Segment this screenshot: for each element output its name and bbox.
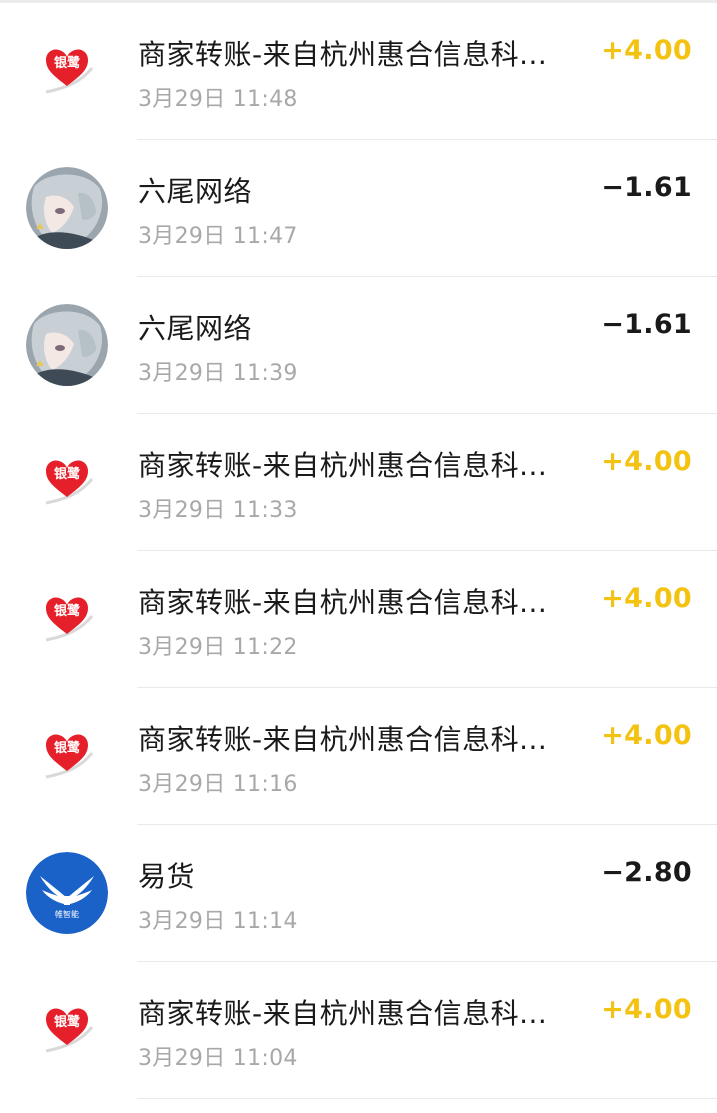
transaction-amount: +4.00 [601,994,692,1025]
transaction-title: 商家转账-来自杭州惠合信息科... [138,723,548,756]
row-divider [137,1098,717,1099]
transaction-title: 商家转账-来自杭州惠合信息科... [138,586,548,619]
transaction-time: 3月29日 11:16 [138,772,298,797]
transaction-row[interactable]: 银鹭 商家转账-来自杭州惠合信息科... 3月29日 11:22 +4.00 [0,551,717,688]
transaction-row[interactable]: 银鹭 商家转账-来自杭州惠合信息科... 3月29日 11:33 +4.00 [0,414,717,551]
transaction-amount: −1.61 [601,309,692,340]
svg-text:银鹭: 银鹭 [54,740,81,756]
transaction-amount: −2.80 [601,857,692,888]
yinlu-logo-icon: 银鹭 [26,989,108,1071]
transaction-row[interactable]: 银鹭 商家转账-来自杭州惠合信息科... 3月29日 11:16 +4.00 [0,688,717,825]
anime-avatar-icon [26,304,108,386]
transaction-time: 3月29日 11:33 [138,498,298,523]
transaction-row[interactable]: 六尾网络 3月29日 11:39 −1.61 [0,277,717,414]
transaction-time: 3月29日 11:04 [138,1046,298,1071]
yinlu-logo-icon: 银鹭 [26,715,108,797]
transaction-title: 商家转账-来自杭州惠合信息科... [138,449,548,482]
transaction-row[interactable]: 银鹭 商家转账-来自杭州惠合信息科... 3月29日 11:48 +4.00 [0,3,717,140]
transaction-amount: −1.61 [601,172,692,203]
yinlu-logo-icon: 银鹭 [26,578,108,660]
transaction-title: 六尾网络 [138,312,253,345]
yinlu-logo-icon: 银鹭 [26,441,108,523]
yihuo-wings-logo-icon: 帷智能 [26,852,108,934]
transaction-title: 商家转账-来自杭州惠合信息科... [138,38,548,71]
svg-text:银鹭: 银鹭 [54,603,81,619]
svg-text:银鹭: 银鹭 [54,55,81,71]
svg-text:银鹭: 银鹭 [54,1014,81,1030]
transaction-list: 银鹭 商家转账-来自杭州惠合信息科... 3月29日 11:48 +4.00 六尾网… [0,3,717,1099]
anime-avatar-icon [26,167,108,249]
svg-text:帷智能: 帷智能 [55,909,79,919]
transaction-time: 3月29日 11:47 [138,224,298,249]
transaction-row[interactable]: 帷智能 易货 3月29日 11:14 −2.80 [0,825,717,962]
transaction-amount: +4.00 [601,583,692,614]
svg-text:银鹭: 银鹭 [54,466,81,482]
transaction-title: 商家转账-来自杭州惠合信息科... [138,997,548,1030]
transaction-amount: +4.00 [601,35,692,66]
transaction-title: 六尾网络 [138,175,253,208]
transaction-amount: +4.00 [601,720,692,751]
transaction-title: 易货 [138,860,196,893]
transaction-time: 3月29日 11:14 [138,909,298,934]
transaction-time: 3月29日 11:48 [138,87,298,112]
yinlu-logo-icon: 银鹭 [26,30,108,112]
transaction-row[interactable]: 六尾网络 3月29日 11:47 −1.61 [0,140,717,277]
transaction-amount: +4.00 [601,446,692,477]
transaction-time: 3月29日 11:39 [138,361,298,386]
transaction-time: 3月29日 11:22 [138,635,298,660]
transaction-row[interactable]: 银鹭 商家转账-来自杭州惠合信息科... 3月29日 11:04 +4.00 [0,962,717,1099]
